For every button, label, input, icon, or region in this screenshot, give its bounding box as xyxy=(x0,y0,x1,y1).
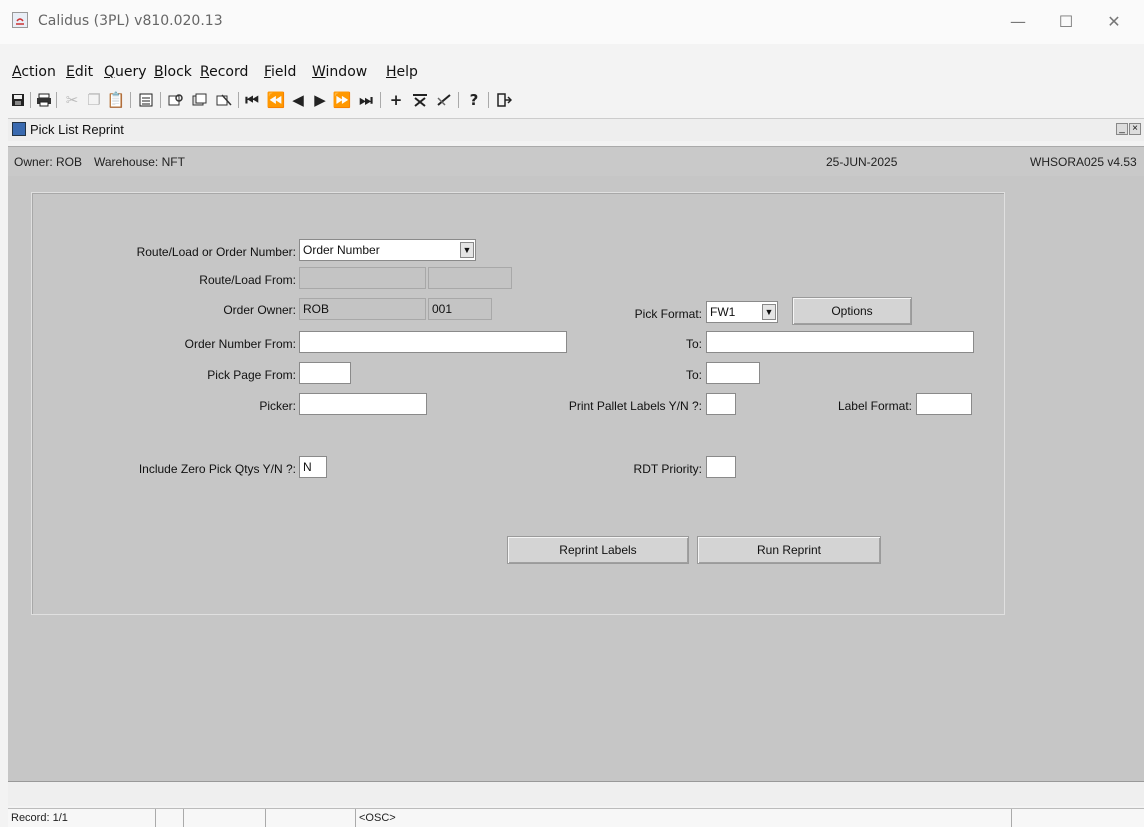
reprint-labels-button[interactable]: Reprint Labels xyxy=(507,536,689,564)
pick-page-to-field[interactable] xyxy=(706,362,760,384)
order-number-from-label: Order Number From: xyxy=(184,337,296,351)
form-title: Pick List Reprint xyxy=(30,122,124,137)
pick-format-label: Pick Format: xyxy=(634,307,702,321)
next-set-icon[interactable]: ⏩ xyxy=(332,90,352,110)
status-cell xyxy=(184,809,266,827)
print-pallet-labels-label: Print Pallet Labels Y/N ?: xyxy=(568,399,702,413)
execute-query-icon[interactable] xyxy=(190,90,210,110)
java-app-icon xyxy=(12,12,28,28)
form-minimize-icon[interactable]: _ xyxy=(1116,123,1128,135)
print-icon[interactable] xyxy=(34,90,54,110)
label-format-label: Label Format: xyxy=(837,399,912,413)
status-cell xyxy=(156,809,184,827)
status-cell xyxy=(266,809,356,827)
menu-query[interactable]: Query xyxy=(104,64,147,80)
save-icon[interactable] xyxy=(8,90,28,110)
order-owner-label: Order Owner: xyxy=(223,303,296,317)
context-header: Owner: ROB Warehouse: NFT 25-JUN-2025 WH… xyxy=(8,146,1144,178)
picker-label: Picker: xyxy=(259,399,296,413)
minimize-button[interactable]: — xyxy=(1002,10,1034,34)
menu-block[interactable]: Block xyxy=(154,64,192,80)
route-load-from-label: Route/Load From: xyxy=(199,273,296,287)
module-version: WHSORA025 v4.53 xyxy=(1030,155,1137,169)
order-number-to-field[interactable] xyxy=(706,331,974,353)
menu-record[interactable]: Record xyxy=(200,64,248,80)
current-date: 25-JUN-2025 xyxy=(826,155,898,169)
menu-help[interactable]: Help xyxy=(386,64,418,80)
maximize-button[interactable]: ☐ xyxy=(1050,10,1082,34)
route-or-order-select[interactable] xyxy=(299,239,476,261)
run-reprint-button[interactable]: Run Reprint xyxy=(697,536,881,564)
menu-bar: Action Edit Query Block Record Field Win… xyxy=(0,64,1144,84)
message-line xyxy=(8,781,1144,806)
order-number-from-field[interactable] xyxy=(299,331,567,353)
pick-page-from-field[interactable] xyxy=(299,362,351,384)
form-close-icon[interactable]: × xyxy=(1129,123,1141,135)
include-zero-field[interactable] xyxy=(299,456,327,478)
last-record-icon[interactable]: ⏭ xyxy=(356,90,376,110)
record-indicator: Record: 1/1 xyxy=(8,809,156,827)
rdt-priority-label: RDT Priority: xyxy=(633,462,702,476)
previous-record-icon[interactable]: ◀ xyxy=(288,90,308,110)
next-record-icon[interactable]: ▶ xyxy=(310,90,330,110)
first-record-icon[interactable]: ⏮ xyxy=(242,90,262,110)
rdt-priority-field[interactable] xyxy=(706,456,736,478)
chevron-down-icon[interactable]: ▼ xyxy=(460,242,474,258)
chevron-down-icon[interactable]: ▼ xyxy=(762,304,776,320)
list-icon[interactable] xyxy=(136,90,156,110)
order-owner-code-field[interactable] xyxy=(428,298,492,320)
insert-record-icon[interactable]: + xyxy=(386,90,406,110)
paste-icon[interactable]: 📋 xyxy=(106,90,126,110)
osc-indicator: <OSC> xyxy=(356,809,1012,827)
order-number-to-label: To: xyxy=(685,337,702,351)
delete-record-icon[interactable] xyxy=(410,90,430,110)
pick-page-from-label: Pick Page From: xyxy=(207,368,296,382)
owner-info: Owner: ROB xyxy=(14,155,83,169)
route-load-from-field-2[interactable] xyxy=(428,267,512,289)
order-owner-field[interactable] xyxy=(299,298,426,320)
clear-record-icon[interactable] xyxy=(434,90,454,110)
menu-window[interactable]: Window xyxy=(312,64,367,80)
help-icon[interactable]: ? xyxy=(464,90,484,110)
status-bar: Record: 1/1 <OSC> xyxy=(8,808,1144,827)
print-pallet-labels-field[interactable] xyxy=(706,393,736,415)
options-button[interactable]: Options xyxy=(792,297,912,325)
close-button[interactable]: ✕ xyxy=(1098,10,1130,34)
include-zero-label: Include Zero Pick Qtys Y/N ?: xyxy=(138,462,296,476)
previous-set-icon[interactable]: ⏪ xyxy=(266,90,286,110)
window-title-bar: Calidus (3PL) v810.020.13 — ☐ ✕ xyxy=(0,0,1144,44)
form-window-title-bar: Pick List Reprint _ × xyxy=(8,118,1144,141)
warehouse-info: Warehouse: NFT xyxy=(94,155,185,169)
form-icon xyxy=(12,122,26,136)
enter-query-icon[interactable] xyxy=(166,90,186,110)
menu-action[interactable]: Action xyxy=(12,64,56,80)
menu-edit[interactable]: Edit xyxy=(66,64,93,80)
copy-icon[interactable]: ❐ xyxy=(84,90,104,110)
route-load-from-field[interactable] xyxy=(299,267,426,289)
pick-page-to-label: To: xyxy=(685,368,702,382)
cut-icon[interactable]: ✂ xyxy=(62,90,82,110)
label-format-field[interactable] xyxy=(916,393,972,415)
window-title: Calidus (3PL) v810.020.13 xyxy=(38,13,223,29)
cancel-query-icon[interactable] xyxy=(214,90,234,110)
menu-field[interactable]: Field xyxy=(264,64,296,80)
exit-icon[interactable] xyxy=(494,90,514,110)
route-or-order-label: Route/Load or Order Number: xyxy=(136,245,296,259)
toolbar: ✂ ❐ 📋 ⏮ ⏪ ◀ ▶ ⏩ ⏭ + ? xyxy=(8,88,728,112)
picker-field[interactable] xyxy=(299,393,427,415)
